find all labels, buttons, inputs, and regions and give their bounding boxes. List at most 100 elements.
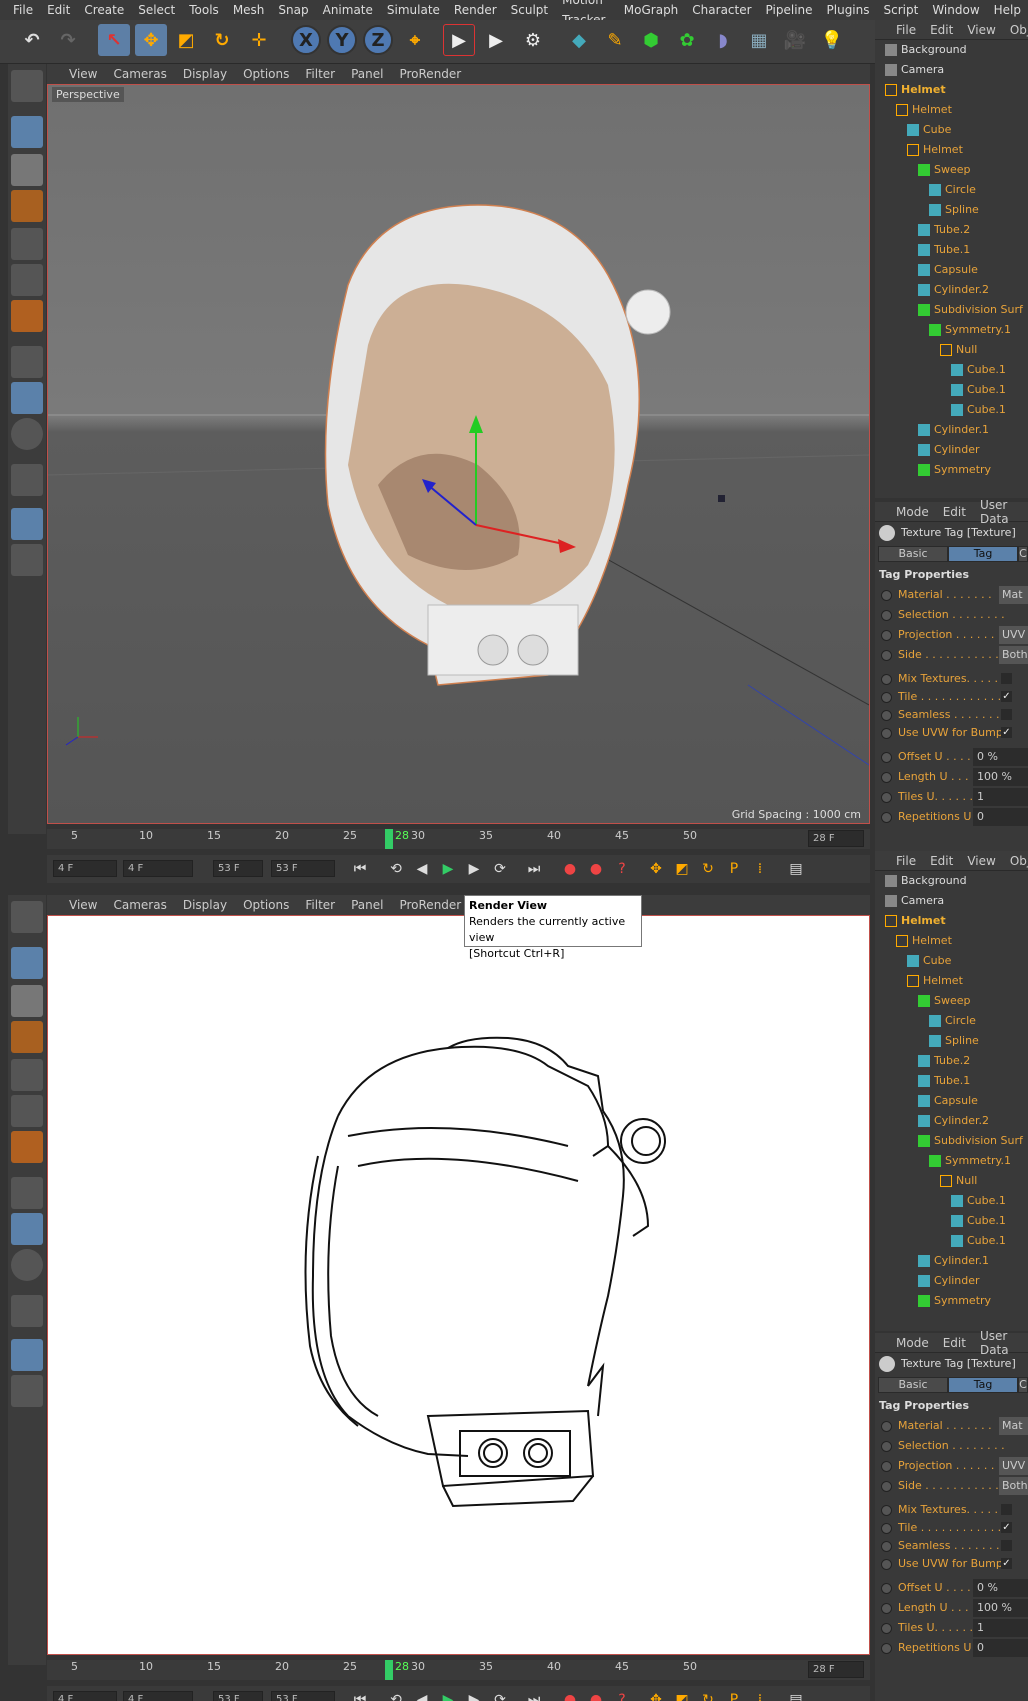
recent-tool-icon[interactable]: ✛ [243,24,275,56]
range-start-field[interactable]: 4 F [123,1691,193,1701]
timeline-ruler-bottom[interactable]: 5 10 15 20 25 28 30 35 40 45 50 28 F [47,1660,870,1680]
object-list-item[interactable]: Circle [929,180,976,200]
keyframe-radio[interactable] [881,1480,892,1492]
object-list-item[interactable]: Cube.1 [951,1211,1006,1231]
tweak-mode-icon[interactable] [11,1213,43,1245]
attribute-row[interactable]: Projection . . . . . . . UVV [875,626,1028,644]
keyframe-radio[interactable] [881,727,892,739]
om-menu-obj[interactable]: Obj [1003,23,1028,37]
attribute-checkbox-row[interactable]: Use UVW for Bump ✓ [875,1555,1012,1573]
attribute-checkbox-row[interactable]: Mix Textures. . . . . . [875,670,1012,688]
attribute-checkbox-row[interactable]: Seamless . . . . . . . . [875,1537,1012,1555]
object-list-item[interactable]: Symmetry [918,1291,991,1311]
previous-key-icon[interactable]: ⟲ [385,858,407,880]
object-list-item[interactable]: Helmet [885,80,946,100]
menu-plugins[interactable]: Plugins [820,0,877,20]
object-list-item[interactable]: Helmet [896,100,952,120]
edges-mode-icon[interactable] [11,264,43,296]
attribute-numeric-row[interactable]: Length U . . . . 100 % [875,1599,1028,1617]
attribute-numeric-row[interactable]: Tiles U. . . . . .1 [875,1619,1028,1637]
tab-tag[interactable]: Tag [948,546,1018,562]
axis-mode-icon[interactable] [11,346,43,378]
attribute-value[interactable]: Both [999,1477,1028,1495]
om-menu-obj[interactable]: Obj [1003,854,1028,868]
subdivision-icon[interactable]: ⬢ [635,24,667,56]
attribute-value[interactable]: Both [999,646,1028,664]
object-list-item[interactable]: Helmet [907,140,963,160]
viewport-menu-filter[interactable]: Filter [297,898,343,912]
render-view-icon[interactable]: ▶ [443,24,475,56]
deformer-icon[interactable]: ◗ [707,24,739,56]
record-active-icon[interactable]: ● [559,1689,581,1701]
autokey-icon[interactable]: ● [585,1689,607,1701]
object-list-item[interactable]: Null [940,1171,977,1191]
workplane-mode-icon[interactable] [11,1021,43,1053]
viewport-menu-panel[interactable]: Panel [343,67,391,81]
object-list-item[interactable]: Cube.1 [951,1191,1006,1211]
viewport-menu-display[interactable]: Display [175,898,235,912]
record-position-icon[interactable]: ✥ [645,858,667,880]
timeline-playhead[interactable] [385,1660,393,1680]
attribute-checkbox-row[interactable]: Tile . . . . . . . . . . . . ✓ [875,688,1012,706]
object-list-item[interactable]: Capsule [918,1091,978,1111]
viewport-menu-panel[interactable]: Panel [343,898,391,912]
viewport-menu-cameras[interactable]: Cameras [105,67,174,81]
y-axis-lock-icon[interactable]: Y [327,25,357,55]
go-to-end-icon[interactable]: ⏭ [523,858,545,880]
timeline-playhead[interactable] [385,829,393,849]
attribute-value[interactable]: UVV [999,626,1028,644]
am-menu-user-data[interactable]: User Data [973,498,1028,526]
timeline-icon[interactable]: ▤ [785,858,807,880]
attribute-row[interactable]: Projection . . . . . . . UVV [875,1457,1028,1475]
object-list-item[interactable]: Symmetry.1 [929,1151,1011,1171]
object-list-item[interactable]: Tube.1 [918,240,970,260]
coordinate-system-icon[interactable]: ⌖ [399,24,431,56]
record-active-icon[interactable]: ● [559,858,581,880]
keyframe-radio[interactable] [881,1504,892,1516]
floor-icon[interactable]: ▦ [743,24,775,56]
menu-file[interactable]: File [6,0,40,20]
range-end-field[interactable]: 53 F [213,860,263,877]
object-list-item[interactable]: Sweep [918,991,971,1011]
timeline-ruler-top[interactable]: 5 10 15 20 25 28 30 35 40 45 50 28 F [47,829,870,849]
object-list-item[interactable]: Subdivision Surf [918,1131,1023,1151]
object-list-item[interactable]: Cylinder [918,1271,980,1291]
menu-character[interactable]: Character [685,0,758,20]
keyframe-radio[interactable] [881,709,892,721]
viewport-menu-prorender[interactable]: ProRender [391,67,469,81]
go-to-start-icon[interactable]: ⏮ [349,858,371,880]
om-menu-view[interactable]: View [960,854,1002,868]
locked-workplane-icon[interactable] [11,1339,43,1371]
om-menu-edit[interactable]: Edit [923,23,960,37]
menu-sculpt[interactable]: Sculpt [504,0,555,20]
object-list-item[interactable]: Helmet [896,931,952,951]
object-list-item[interactable]: Cube.1 [951,400,1006,420]
x-axis-lock-icon[interactable]: X [291,25,321,55]
render-picture-viewer-icon[interactable]: ▶ [480,24,512,56]
locked-workplane-icon[interactable] [11,508,43,540]
keyframe-radio[interactable] [881,1602,892,1614]
attribute-number-field[interactable]: 0 % [973,748,1028,766]
attribute-numeric-row[interactable]: Length U . . . . 100 % [875,768,1028,786]
current-frame-field[interactable]: 28 F [808,1661,864,1678]
attribute-row[interactable]: Side . . . . . . . . . . . . Both [875,1477,1028,1495]
viewport-menu-view[interactable]: View [61,898,105,912]
object-list-item[interactable]: Cube.1 [951,360,1006,380]
attribute-checkbox-row[interactable]: Mix Textures. . . . . . [875,1501,1012,1519]
object-list-item[interactable]: Cylinder.1 [918,420,989,440]
object-list-item[interactable]: Tube.1 [918,1071,970,1091]
object-list-item[interactable]: Helmet [885,911,946,931]
object-list-item[interactable]: Cube.1 [951,1231,1006,1251]
keyframe-radio[interactable] [881,649,892,661]
unchecked-checkbox[interactable] [1001,1540,1012,1551]
object-list-item[interactable]: Spline [929,200,979,220]
object-list-item[interactable]: Cylinder.2 [918,280,989,300]
start-frame-field[interactable]: 4 F [53,860,117,877]
next-key-icon[interactable]: ⟳ [489,858,511,880]
keyframe-radio[interactable] [881,751,892,763]
attribute-numeric-row[interactable]: Offset U . . . .0 % [875,1579,1028,1597]
attribute-row[interactable]: Selection . . . . . . . . [875,1437,1005,1455]
next-frame-icon[interactable]: ▶ [463,858,485,880]
next-key-icon[interactable]: ⟳ [489,1689,511,1701]
attribute-row[interactable]: Side . . . . . . . . . . . . Both [875,646,1028,664]
